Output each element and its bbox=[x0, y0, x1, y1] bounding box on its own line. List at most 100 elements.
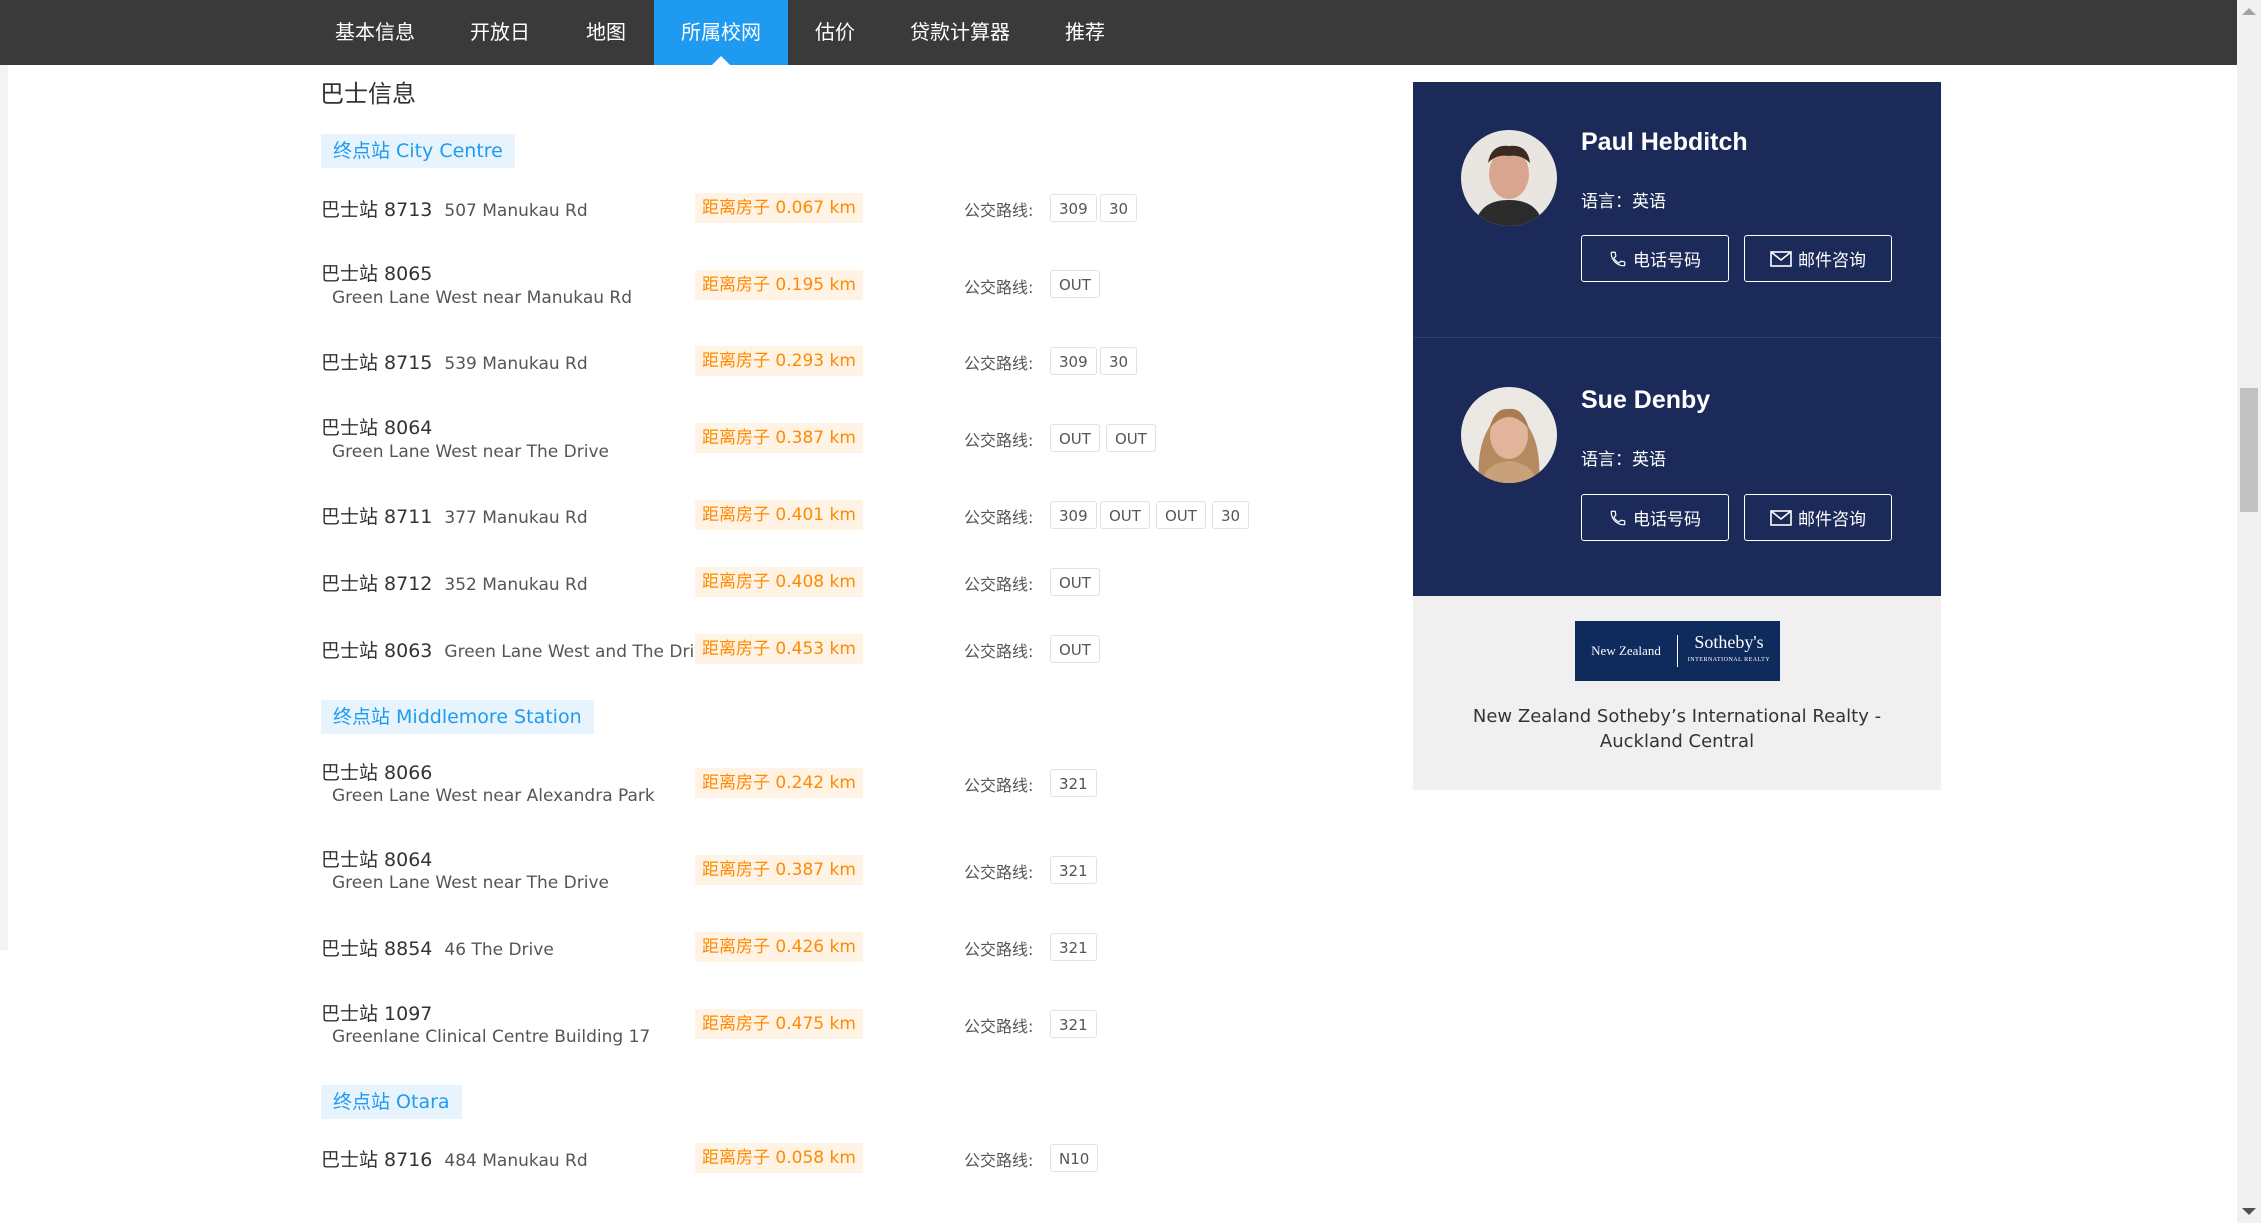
route-chip[interactable]: OUT bbox=[1106, 424, 1156, 452]
route-chip[interactable]: OUT bbox=[1050, 424, 1100, 452]
phone-button[interactable]: 电话号码 bbox=[1581, 494, 1729, 541]
route-chip[interactable]: N10 bbox=[1050, 1144, 1099, 1172]
route-label: 公交路线: bbox=[964, 863, 1034, 882]
bus-section-title: 巴士信息 bbox=[320, 80, 416, 108]
route-chip[interactable]: 30 bbox=[1212, 501, 1250, 529]
route-label: 公交路线: bbox=[964, 940, 1034, 959]
agent-name: Paul Hebditch bbox=[1581, 128, 1748, 156]
mail-icon bbox=[1770, 250, 1792, 267]
bus-stop-name: 巴士站 8713 507 Manukau Rd bbox=[321, 199, 588, 221]
tab-school-zone[interactable]: 所属校网 bbox=[654, 0, 788, 65]
route-chip[interactable]: 321 bbox=[1050, 856, 1097, 884]
distance-badge: 距离房子 0.387 km bbox=[695, 855, 863, 885]
distance-badge: 距离房子 0.067 km bbox=[695, 193, 863, 223]
route-label: 公交路线: bbox=[964, 1151, 1034, 1170]
tab-basic-info[interactable]: 基本信息 bbox=[318, 0, 432, 65]
phone-button-label: 电话号码 bbox=[1633, 251, 1701, 271]
bus-stop-address: Green Lane West near Manukau Rd bbox=[332, 288, 633, 308]
distance-badge: 距离房子 0.408 km bbox=[695, 567, 863, 597]
route-label: 公交路线: bbox=[964, 278, 1034, 297]
route-chip[interactable]: 309 bbox=[1050, 347, 1097, 375]
logo-right-text: Sotheby's INTERNATIONAL REALTY bbox=[1678, 633, 1780, 669]
bus-stop-name: 巴士站 8063 Green Lane West and The Drive bbox=[321, 640, 715, 662]
route-chip[interactable]: 30 bbox=[1100, 347, 1138, 375]
terminal-label: 终点站 Otara bbox=[321, 1085, 462, 1119]
bus-stop-address: Green Lane West near Alexandra Park bbox=[332, 786, 655, 806]
distance-badge: 距离房子 0.453 km bbox=[695, 634, 863, 664]
bus-stop-name: 巴士站 8064 bbox=[321, 849, 433, 871]
phone-icon bbox=[1610, 251, 1626, 266]
top-nav: 基本信息 开放日 地图 所属校网 估价 贷款计算器 推荐 bbox=[0, 0, 2237, 65]
agent-language: 语言：英语 bbox=[1581, 192, 1666, 212]
bus-stop-address: 507 Manukau Rd bbox=[444, 201, 588, 221]
bus-stop-address: Green Lane West near The Drive bbox=[332, 442, 609, 462]
route-label: 公交路线: bbox=[964, 508, 1034, 527]
distance-badge: 距离房子 0.058 km bbox=[695, 1143, 863, 1173]
scroll-up-icon[interactable] bbox=[2242, 8, 2256, 15]
logo-sub-text: INTERNATIONAL REALTY bbox=[1687, 657, 1771, 663]
mail-icon bbox=[1770, 509, 1792, 526]
distance-badge: 距离房子 0.293 km bbox=[695, 346, 863, 376]
route-chip[interactable]: OUT bbox=[1156, 501, 1206, 529]
tab-recommend[interactable]: 推荐 bbox=[1050, 0, 1120, 65]
bus-stop-name: 巴士站 8716 484 Manukau Rd bbox=[321, 1149, 588, 1171]
route-chip[interactable]: 321 bbox=[1050, 1010, 1097, 1038]
phone-button[interactable]: 电话号码 bbox=[1581, 235, 1729, 282]
bus-stop-address: Green Lane West and The Drive bbox=[444, 642, 715, 662]
route-label: 公交路线: bbox=[964, 642, 1034, 661]
route-chip[interactable]: 321 bbox=[1050, 933, 1097, 961]
route-chip[interactable]: 309 bbox=[1050, 501, 1097, 529]
route-label: 公交路线: bbox=[964, 354, 1034, 373]
distance-badge: 距离房子 0.426 km bbox=[695, 932, 863, 962]
email-button-label: 邮件咨询 bbox=[1798, 251, 1866, 271]
route-label: 公交路线: bbox=[964, 201, 1034, 220]
agent-divider bbox=[1413, 337, 1941, 338]
bus-stop-address: Greenlane Clinical Centre Building 17 bbox=[332, 1027, 651, 1047]
route-chip[interactable]: OUT bbox=[1050, 270, 1100, 298]
agency-name[interactable]: New Zealand Sotheby’s International Real… bbox=[1450, 704, 1904, 754]
bus-stop-name: 巴士站 8715 539 Manukau Rd bbox=[321, 352, 588, 374]
bus-stop-name: 巴士站 8064 bbox=[321, 417, 433, 439]
terminal-label: 终点站 Middlemore Station bbox=[321, 700, 594, 734]
email-button-label: 邮件咨询 bbox=[1798, 510, 1866, 530]
tab-valuation[interactable]: 估价 bbox=[800, 0, 870, 65]
tab-map[interactable]: 地图 bbox=[566, 0, 646, 65]
bus-stop-name: 巴士站 8066 bbox=[321, 762, 433, 784]
scrollbar-thumb[interactable] bbox=[2240, 388, 2258, 512]
bus-stop-address: 352 Manukau Rd bbox=[444, 575, 588, 595]
route-label: 公交路线: bbox=[964, 776, 1034, 795]
agency-logo[interactable]: New Zealand Sotheby's INTERNATIONAL REAL… bbox=[1575, 621, 1780, 681]
tab-loan-calculator[interactable]: 贷款计算器 bbox=[895, 0, 1025, 65]
bus-stop-address: 484 Manukau Rd bbox=[444, 1151, 588, 1171]
phone-icon bbox=[1610, 510, 1626, 525]
bus-stop-address: 46 The Drive bbox=[444, 940, 554, 960]
bus-stop-name: 巴士站 8065 bbox=[321, 263, 433, 285]
distance-badge: 距离房子 0.195 km bbox=[695, 270, 863, 300]
route-chip[interactable]: 30 bbox=[1100, 194, 1138, 222]
scroll-down-icon[interactable] bbox=[2242, 1208, 2256, 1215]
route-label: 公交路线: bbox=[964, 575, 1034, 594]
route-chip[interactable]: OUT bbox=[1050, 568, 1100, 596]
scrollbar[interactable] bbox=[2237, 0, 2261, 1223]
bus-stop-address: 377 Manukau Rd bbox=[444, 508, 588, 528]
agent-language: 语言：英语 bbox=[1581, 450, 1666, 470]
bus-stop-name: 巴士站 8712 352 Manukau Rd bbox=[321, 573, 588, 595]
logo-left-text: New Zealand bbox=[1591, 643, 1661, 658]
route-label: 公交路线: bbox=[964, 431, 1034, 450]
agent-avatar bbox=[1461, 130, 1557, 226]
email-button[interactable]: 邮件咨询 bbox=[1744, 494, 1892, 541]
distance-badge: 距离房子 0.401 km bbox=[695, 500, 863, 530]
bus-stop-address: Green Lane West near The Drive bbox=[332, 873, 609, 893]
tab-open-home[interactable]: 开放日 bbox=[450, 0, 550, 65]
phone-button-label: 电话号码 bbox=[1633, 510, 1701, 530]
route-chip[interactable]: OUT bbox=[1050, 635, 1100, 663]
bus-stop-address: 539 Manukau Rd bbox=[444, 354, 588, 374]
distance-badge: 距离房子 0.242 km bbox=[695, 768, 863, 798]
route-chip[interactable]: 309 bbox=[1050, 194, 1097, 222]
page-edge bbox=[0, 65, 8, 950]
route-chip[interactable]: 321 bbox=[1050, 769, 1097, 797]
email-button[interactable]: 邮件咨询 bbox=[1744, 235, 1892, 282]
terminal-label: 终点站 City Centre bbox=[321, 134, 515, 168]
route-chip[interactable]: OUT bbox=[1100, 501, 1150, 529]
agent-avatar bbox=[1461, 387, 1557, 483]
